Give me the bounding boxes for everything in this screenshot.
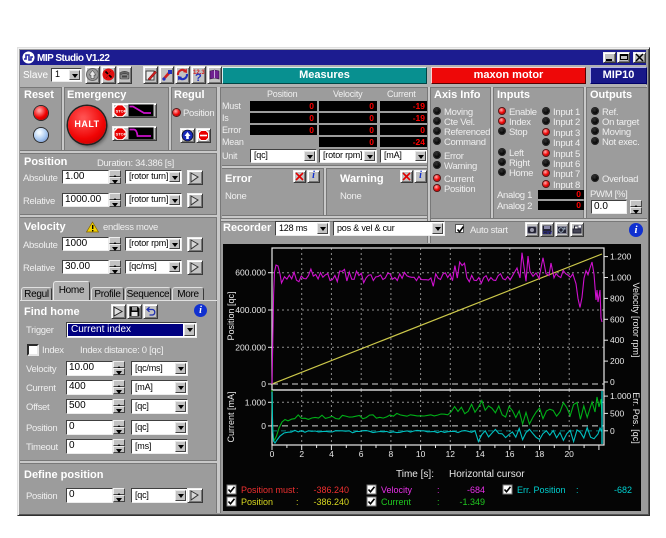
svg-text:STOP: STOP [116, 132, 127, 137]
svg-text::: : [296, 497, 299, 507]
svg-text:Position: Position [241, 497, 273, 507]
svg-text:600.000: 600.000 [235, 268, 266, 278]
svg-text:1.000: 1.000 [610, 273, 632, 283]
svg-text:?: ? [195, 72, 202, 81]
svg-text:400: 400 [610, 335, 624, 345]
svg-text::: : [437, 485, 440, 495]
svg-text:-386.240: -386.240 [313, 497, 349, 507]
svg-text:2: 2 [299, 449, 304, 459]
svg-text:Velocity: Velocity [381, 485, 413, 495]
svg-text:Time [s]:: Time [s]: [396, 469, 434, 480]
svg-text:12: 12 [446, 449, 456, 459]
svg-text:16: 16 [505, 449, 515, 459]
svg-text:Current [mA]: Current [mA] [226, 391, 236, 442]
svg-text:0: 0 [610, 377, 615, 387]
svg-text:1.000: 1.000 [610, 391, 632, 401]
svg-text:CSV: CSV [543, 230, 552, 235]
svg-text:200: 200 [610, 356, 624, 366]
svg-text:20: 20 [564, 449, 574, 459]
svg-text:Velocity [rotor rpm]: Velocity [rotor rpm] [631, 282, 641, 357]
svg-text:10: 10 [416, 449, 426, 459]
svg-text:6: 6 [359, 449, 364, 459]
svg-text:400.000: 400.000 [235, 305, 266, 315]
svg-text:800: 800 [610, 293, 624, 303]
svg-text:Position [qc]: Position [qc] [226, 291, 236, 340]
svg-text:1.000: 1.000 [245, 397, 267, 407]
svg-text:-684: -684 [467, 485, 485, 495]
svg-text::: : [576, 485, 579, 495]
svg-text:Position must: Position must [241, 485, 296, 495]
svg-text:Current: Current [381, 497, 412, 507]
svg-text::: : [437, 497, 440, 507]
svg-text:500: 500 [610, 408, 624, 418]
svg-text:1.200: 1.200 [610, 252, 632, 262]
svg-text:0: 0 [261, 421, 266, 431]
svg-text:8: 8 [389, 449, 394, 459]
svg-text:14: 14 [475, 449, 485, 459]
svg-text:-386.240: -386.240 [313, 485, 349, 495]
svg-text:STOP: STOP [116, 109, 127, 114]
svg-text:0: 0 [610, 426, 615, 436]
svg-text::: : [296, 485, 299, 495]
svg-text:-1.349: -1.349 [459, 497, 485, 507]
svg-text:Err. Pos. [qc]: Err. Pos. [qc] [631, 392, 641, 444]
svg-text:200.000: 200.000 [235, 342, 266, 352]
svg-text:600: 600 [610, 314, 624, 324]
svg-text:-682: -682 [614, 485, 632, 495]
svg-text:Err. Position: Err. Position [517, 485, 566, 495]
svg-text:Horizontal cursor: Horizontal cursor [449, 469, 525, 480]
svg-text:0: 0 [270, 449, 275, 459]
svg-text:18: 18 [535, 449, 545, 459]
svg-text:0: 0 [261, 379, 266, 389]
svg-text:4: 4 [329, 449, 334, 459]
